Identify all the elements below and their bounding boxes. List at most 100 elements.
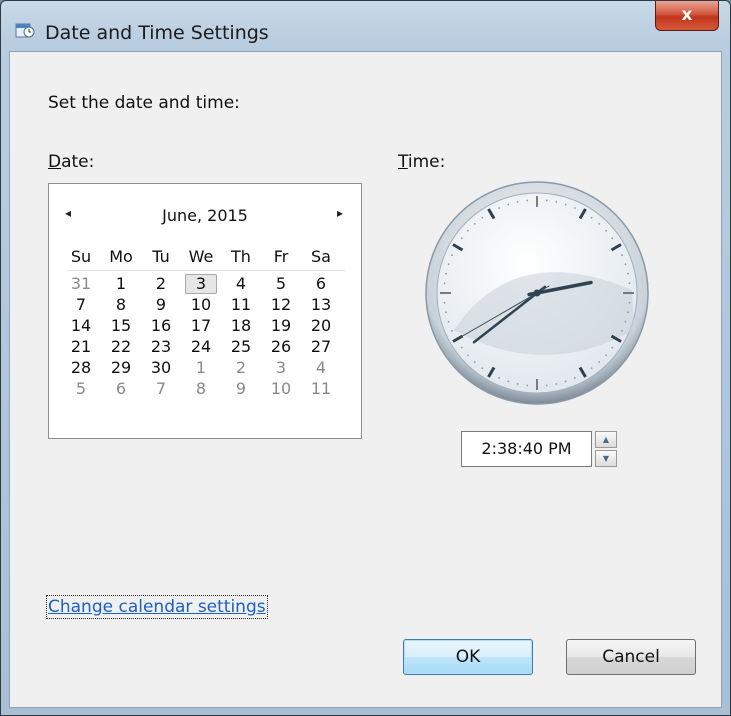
calendar-day[interactable]: 7 (145, 379, 177, 399)
minute-tick (466, 229, 469, 232)
minute-tick (466, 354, 469, 357)
next-month-icon[interactable]: ▸ (337, 206, 343, 220)
calendar-day[interactable]: 3 (185, 274, 217, 294)
calendar-day[interactable]: 31 (65, 274, 97, 294)
time-label: Time: (398, 152, 446, 172)
calendar-day[interactable]: 12 (265, 295, 297, 315)
calendar-day[interactable]: 29 (105, 358, 137, 378)
weekday-header: Fr (273, 247, 289, 266)
date-label: Date: (48, 152, 95, 172)
close-button[interactable]: x (655, 1, 719, 31)
minute-tick (443, 301, 446, 304)
minute-tick (443, 282, 446, 285)
calendar-day[interactable]: 10 (265, 379, 297, 399)
weekday-header: Su (70, 247, 92, 266)
calendar-day[interactable]: 15 (105, 316, 137, 336)
calendar-day[interactable]: 19 (265, 316, 297, 336)
calendar-day[interactable]: 17 (185, 316, 217, 336)
calendar-day[interactable]: 3 (265, 358, 297, 378)
minute-tick (545, 384, 548, 387)
minute-tick (516, 201, 519, 203)
calendar-clock-icon (15, 23, 35, 38)
calendar-day[interactable]: 9 (225, 379, 257, 399)
calendar-day[interactable]: 26 (265, 337, 297, 357)
minute-tick (507, 203, 510, 206)
calendar-day[interactable]: 5 (265, 274, 297, 294)
minute-tick (627, 311, 629, 314)
calendar-day[interactable]: 4 (305, 358, 337, 378)
calendar-day[interactable]: 28 (65, 358, 97, 378)
calendar-day[interactable]: 2 (225, 358, 257, 378)
minute-tick (611, 346, 614, 349)
minute-tick (545, 199, 548, 202)
calendar-day[interactable]: 8 (105, 295, 137, 315)
calendar-day[interactable]: 30 (145, 358, 177, 378)
minute-tick (627, 272, 629, 275)
calendar-day[interactable]: 13 (305, 295, 337, 315)
calendar-day[interactable]: 21 (65, 337, 97, 357)
minute-tick (526, 199, 529, 202)
calendar-day[interactable]: 24 (185, 337, 217, 357)
time-input[interactable]: 2:38:40 PM (461, 431, 592, 467)
calendar-day[interactable]: 10 (185, 295, 217, 315)
calendar-day[interactable]: 8 (185, 379, 217, 399)
minute-tick (481, 367, 484, 370)
time-increment-button[interactable]: ▲ (595, 431, 617, 448)
calendar-control[interactable]: ◂ June, 2015 ▸ Su Mo Tu We Th Fr Sa 31 1 2 3 4 5 6 7 8 9… (48, 183, 362, 439)
minute-tick (624, 263, 627, 266)
calendar-day[interactable]: 22 (105, 337, 137, 357)
title-bar[interactable]: Date and Time Settings x (1, 1, 730, 49)
calendar-day[interactable]: 11 (305, 379, 337, 399)
calendar-day[interactable]: 20 (305, 316, 337, 336)
calendar-day[interactable]: 27 (305, 337, 337, 357)
minute-tick (624, 320, 627, 323)
calendar-day[interactable]: 9 (145, 295, 177, 315)
calendar-day[interactable]: 2 (145, 274, 177, 294)
arrow-down-icon: ▼ (602, 454, 610, 463)
minute-tick (498, 207, 501, 209)
minute-tick (460, 237, 463, 240)
calendar-day[interactable]: 6 (305, 274, 337, 294)
calendar-day[interactable]: 1 (185, 358, 217, 378)
calendar-day[interactable]: 7 (65, 295, 97, 315)
calendar-day[interactable]: 4 (225, 274, 257, 294)
weekday-header: We (188, 247, 214, 266)
calendar-day[interactable]: 6 (105, 379, 137, 399)
minute-tick (516, 383, 519, 385)
dialog-body: Set the date and time: Date: Time: ◂ Jun… (9, 51, 722, 708)
cancel-button[interactable]: Cancel (566, 639, 696, 675)
minute-tick (473, 361, 476, 364)
minute-tick (447, 320, 450, 323)
window-title: Date and Time Settings (45, 22, 269, 44)
calendar-day[interactable]: 16 (145, 316, 177, 336)
ok-button[interactable]: OK (403, 639, 533, 675)
minute-tick (526, 384, 529, 387)
minute-tick (473, 222, 476, 225)
calendar-day[interactable]: 23 (145, 337, 177, 357)
minute-tick (451, 329, 453, 332)
minute-tick (447, 263, 450, 266)
minute-tick (460, 346, 463, 349)
minute-tick (621, 254, 623, 257)
time-spinner[interactable]: ▲ ▼ (595, 431, 617, 467)
weekday-header: Sa (311, 247, 331, 266)
calendar-day[interactable]: 1 (105, 274, 137, 294)
minute-tick (555, 201, 558, 203)
minute-tick (598, 222, 601, 225)
time-decrement-button[interactable]: ▼ (595, 450, 617, 467)
minute-tick (445, 272, 447, 275)
minute-tick (573, 377, 576, 379)
calendar-day[interactable]: 25 (225, 337, 257, 357)
calendar-day[interactable]: 11 (225, 295, 257, 315)
calendar-day[interactable]: 5 (65, 379, 97, 399)
minute-tick (611, 237, 614, 240)
minute-tick (590, 367, 593, 370)
calendar-day[interactable]: 18 (225, 316, 257, 336)
month-year-label[interactable]: June, 2015 (49, 206, 361, 225)
minute-tick (598, 361, 601, 364)
minute-tick (564, 203, 567, 206)
calendar-day[interactable]: 14 (65, 316, 97, 336)
close-icon: x (681, 5, 693, 25)
change-calendar-settings-link[interactable]: Change calendar settings (46, 595, 268, 619)
minute-tick (507, 380, 510, 383)
